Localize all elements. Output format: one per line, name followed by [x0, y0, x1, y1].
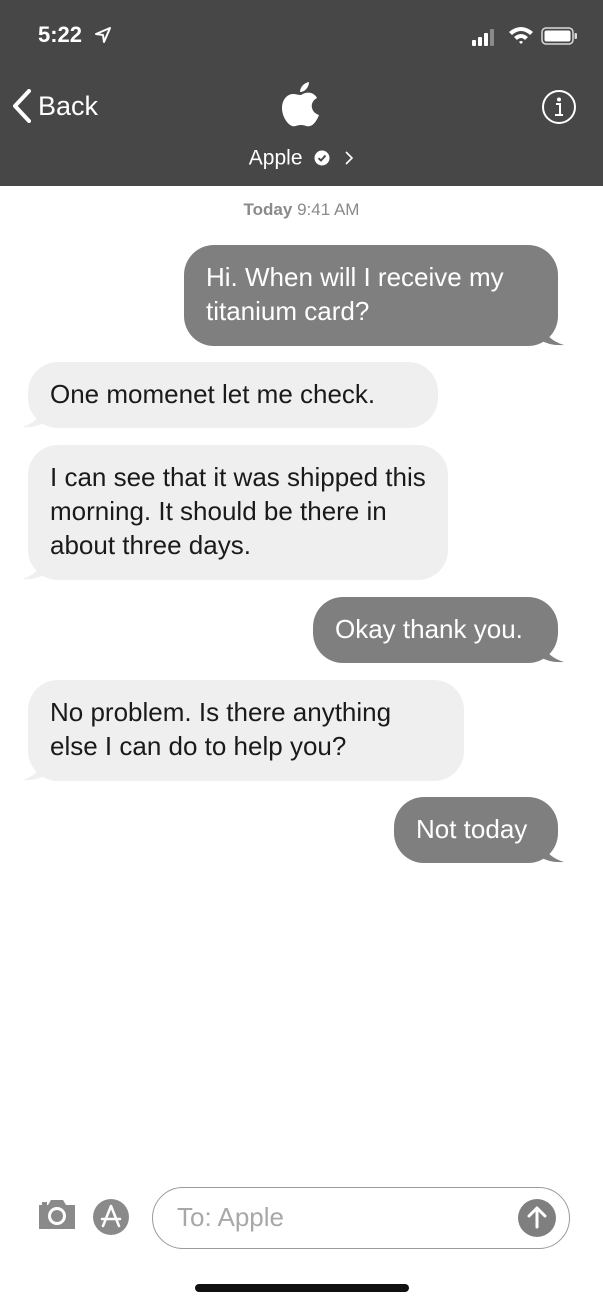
home-indicator[interactable]: [195, 1284, 409, 1292]
chevron-left-icon: [13, 89, 31, 123]
bubble-tail: [22, 556, 46, 580]
apple-logo-icon: [282, 82, 319, 127]
arrow-up-icon: [518, 1199, 556, 1237]
message-bubble-incoming[interactable]: I can see that it was shipped this morni…: [28, 445, 448, 580]
contact-name-button[interactable]: Apple: [0, 146, 603, 170]
send-button[interactable]: [517, 1198, 557, 1243]
message-input[interactable]: To: Apple: [152, 1187, 570, 1249]
message-text: Not today: [416, 814, 528, 844]
bubble-tail: [540, 322, 564, 346]
bubble-tail: [22, 757, 46, 781]
message-text: No problem. Is there anything else I can…: [50, 697, 392, 761]
message-text: Okay thank you.: [335, 614, 523, 644]
message-bubble-outgoing[interactable]: Okay thank you.: [313, 597, 558, 663]
info-button[interactable]: [541, 89, 577, 130]
message-text: Hi. When will I receive my titanium card…: [206, 262, 504, 326]
thread-timestamp: Today 9:41 AM: [0, 200, 603, 220]
verified-badge-icon: [314, 150, 330, 166]
bubble-tail: [22, 404, 46, 428]
camera-icon: [39, 1200, 75, 1229]
info-icon: [542, 90, 576, 124]
wifi-icon: [509, 27, 533, 44]
contact-name: Apple: [248, 146, 303, 170]
battery-icon: [541, 27, 577, 45]
back-label: Back: [38, 90, 99, 121]
message-text: One momenet let me check.: [50, 379, 376, 409]
message-bubble-outgoing[interactable]: Hi. When will I receive my titanium card…: [184, 245, 558, 346]
message-bubble-incoming[interactable]: No problem. Is there anything else I can…: [28, 680, 464, 781]
app-store-button[interactable]: [92, 1198, 130, 1241]
message-bubble-outgoing[interactable]: Not today: [394, 797, 558, 863]
cellular-signal-icon: [472, 29, 494, 46]
bubble-tail: [540, 839, 564, 863]
app-store-icon: [93, 1199, 129, 1235]
bubble-tail: [540, 639, 564, 663]
back-button[interactable]: Back: [12, 86, 98, 126]
status-time: 5:22: [38, 22, 83, 47]
timestamp-time: 9:41 AM: [297, 200, 360, 219]
message-text: I can see that it was shipped this morni…: [50, 462, 426, 560]
timestamp-day: Today: [243, 200, 293, 219]
camera-button[interactable]: [36, 1196, 78, 1237]
message-bubble-incoming[interactable]: One momenet let me check.: [28, 362, 438, 428]
message-input-placeholder: To: Apple: [177, 1202, 284, 1232]
location-arrow-icon: [95, 27, 111, 43]
chevron-right-icon: [345, 151, 354, 166]
header-bar: 5:22 Back Apple: [0, 0, 603, 186]
